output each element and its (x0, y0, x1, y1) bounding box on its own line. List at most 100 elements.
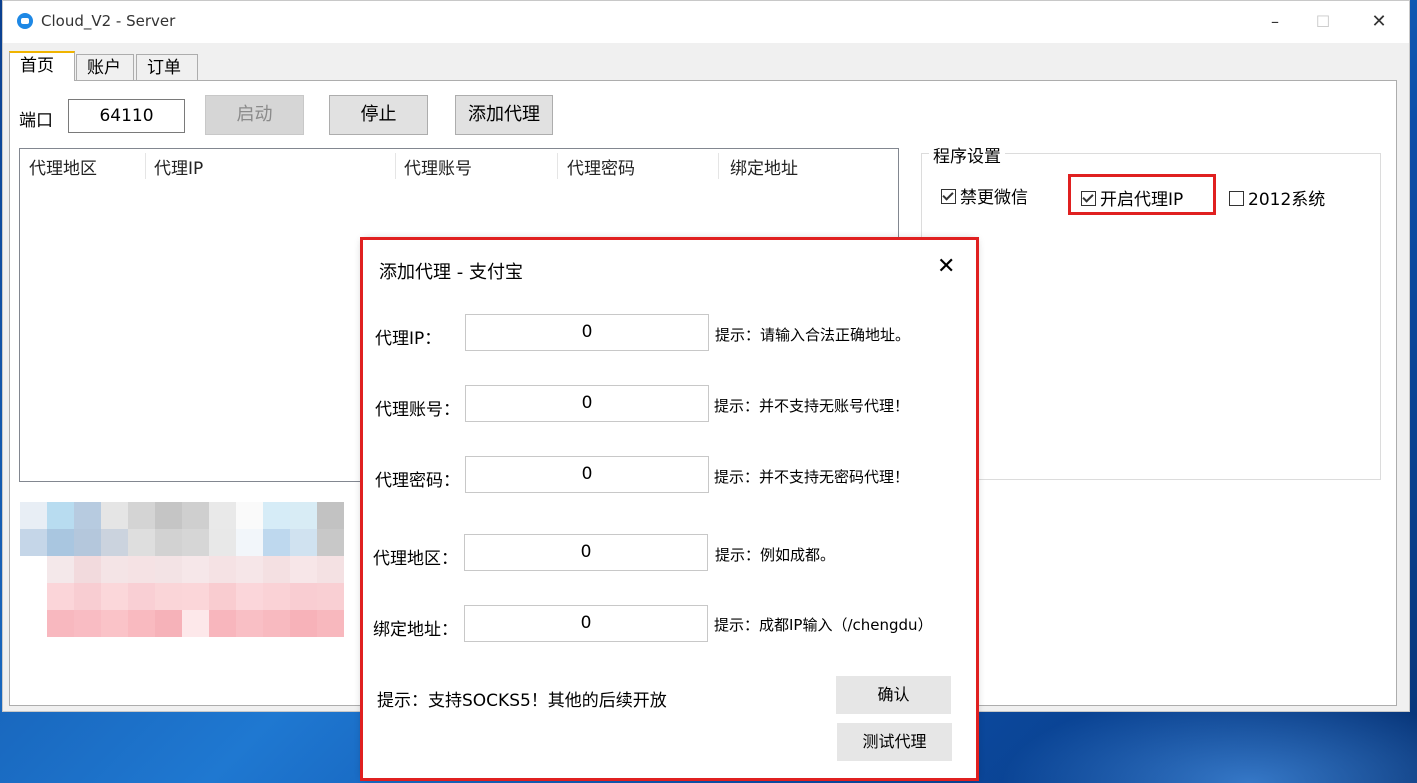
column-separator[interactable] (557, 153, 558, 179)
redacted-pixel (317, 610, 344, 637)
bind-address-input[interactable]: 0 (464, 605, 708, 642)
redacted-pixel (209, 502, 236, 529)
tab-orders[interactable]: 订单 (136, 54, 198, 80)
test-proxy-button[interactable]: 测试代理 (837, 723, 952, 761)
title-bar[interactable]: Cloud_V2 - Server – ☐ ✕ (3, 1, 1409, 43)
redacted-pixel (182, 556, 209, 583)
redacted-pixel (263, 610, 290, 637)
checkbox-label: 2012系统 (1248, 190, 1326, 210)
redacted-pixel (182, 502, 209, 529)
stop-button[interactable]: 停止 (329, 95, 428, 135)
proxy-password-hint: 提示：并不支持无密码代理！ (714, 468, 910, 486)
redacted-pixel (182, 610, 209, 637)
redacted-pixel (20, 610, 47, 637)
redacted-pixel (236, 583, 263, 610)
column-separator[interactable] (145, 153, 146, 179)
start-button[interactable]: 启动 (205, 95, 304, 135)
redacted-pixel (128, 556, 155, 583)
redacted-pixel (209, 583, 236, 610)
redacted-pixel (317, 556, 344, 583)
proxy-ip-label: 代理IP： (375, 329, 442, 349)
redacted-pixel (101, 502, 128, 529)
redacted-pixel (128, 583, 155, 610)
checkbox-2012-system[interactable]: 2012系统 (1229, 185, 1325, 210)
redacted-pixel (236, 502, 263, 529)
minimize-button[interactable]: – (1255, 7, 1295, 37)
proxy-ip-hint: 提示：请输入合法正确地址。 (715, 326, 911, 344)
proxy-account-label: 代理账号： (375, 400, 460, 420)
redacted-pixel (236, 610, 263, 637)
redacted-pixel (101, 556, 128, 583)
redacted-pixel (317, 502, 344, 529)
proxy-ip-input[interactable]: 0 (465, 314, 709, 351)
redacted-pixel (290, 502, 317, 529)
redacted-pixel (263, 583, 290, 610)
redacted-pixel (155, 502, 182, 529)
port-input[interactable]: 64110 (68, 99, 185, 133)
maximize-button[interactable]: ☐ (1303, 7, 1343, 37)
redacted-pixel (209, 529, 236, 556)
add-proxy-button[interactable]: 添加代理 (455, 95, 553, 135)
redacted-pixel (101, 529, 128, 556)
redacted-pixel (101, 610, 128, 637)
bind-address-hint: 提示：成都IP输入（/chengdu） (714, 616, 933, 634)
redacted-pixel (20, 502, 47, 529)
proxy-region-input[interactable]: 0 (464, 534, 708, 571)
redacted-pixel (20, 529, 47, 556)
column-separator[interactable] (718, 153, 719, 179)
redacted-pixel (317, 529, 344, 556)
confirm-button[interactable]: 确认 (836, 676, 951, 714)
app-icon (17, 13, 33, 29)
redacted-pixel (155, 556, 182, 583)
redacted-pixel (236, 529, 263, 556)
redacted-pixel (128, 502, 155, 529)
redacted-pixel (209, 556, 236, 583)
column-header-account[interactable]: 代理账号 (404, 154, 472, 179)
tab-home[interactable]: 首页 (9, 51, 75, 81)
redacted-pixel (290, 610, 317, 637)
pixelated-redacted-area (20, 490, 360, 650)
proxy-region-hint: 提示：例如成都。 (715, 546, 836, 564)
redacted-pixel (128, 610, 155, 637)
highlight-annotation-proxy-ip (1068, 174, 1216, 215)
redacted-pixel (317, 583, 344, 610)
bind-address-label: 绑定地址： (373, 620, 458, 640)
redacted-pixel (74, 502, 101, 529)
redacted-pixel (155, 583, 182, 610)
column-header-bind-address[interactable]: 绑定地址 (730, 154, 798, 179)
redacted-pixel (47, 556, 74, 583)
proxy-password-input[interactable]: 0 (465, 456, 709, 493)
dialog-socks5-note: 提示：支持SOCKS5！其他的后续开放 (377, 691, 667, 711)
tab-account[interactable]: 账户 (76, 54, 134, 80)
redacted-pixel (74, 583, 101, 610)
redacted-pixel (263, 502, 290, 529)
column-separator[interactable] (395, 153, 396, 179)
close-button[interactable]: ✕ (1359, 7, 1399, 37)
proxy-account-hint: 提示：并不支持无账号代理！ (714, 397, 910, 415)
redacted-pixel (155, 610, 182, 637)
redacted-pixel (47, 610, 74, 637)
redacted-pixel (290, 556, 317, 583)
column-header-ip[interactable]: 代理IP (154, 154, 203, 179)
redacted-pixel (263, 556, 290, 583)
proxy-password-label: 代理密码： (375, 471, 460, 491)
redacted-pixel (182, 583, 209, 610)
checkbox-unchecked-icon[interactable] (1229, 191, 1244, 206)
checkbox-disable-wechat-update[interactable]: 禁更微信 (941, 183, 1028, 208)
checkbox-checked-icon[interactable] (941, 189, 956, 204)
redacted-pixel (74, 529, 101, 556)
column-header-region[interactable]: 代理地区 (29, 154, 97, 179)
redacted-pixel (20, 583, 47, 610)
window-title: Cloud_V2 - Server (41, 12, 176, 30)
redacted-pixel (290, 583, 317, 610)
column-header-password[interactable]: 代理密码 (567, 154, 635, 179)
redacted-pixel (209, 610, 236, 637)
redacted-pixel (290, 529, 317, 556)
dialog-close-icon[interactable]: ✕ (937, 254, 955, 279)
redacted-pixel (101, 583, 128, 610)
redacted-pixel (74, 610, 101, 637)
redacted-pixel (155, 529, 182, 556)
proxy-region-label: 代理地区： (373, 549, 458, 569)
proxy-account-input[interactable]: 0 (465, 385, 709, 422)
dialog-title: 添加代理 - 支付宝 (379, 262, 523, 283)
